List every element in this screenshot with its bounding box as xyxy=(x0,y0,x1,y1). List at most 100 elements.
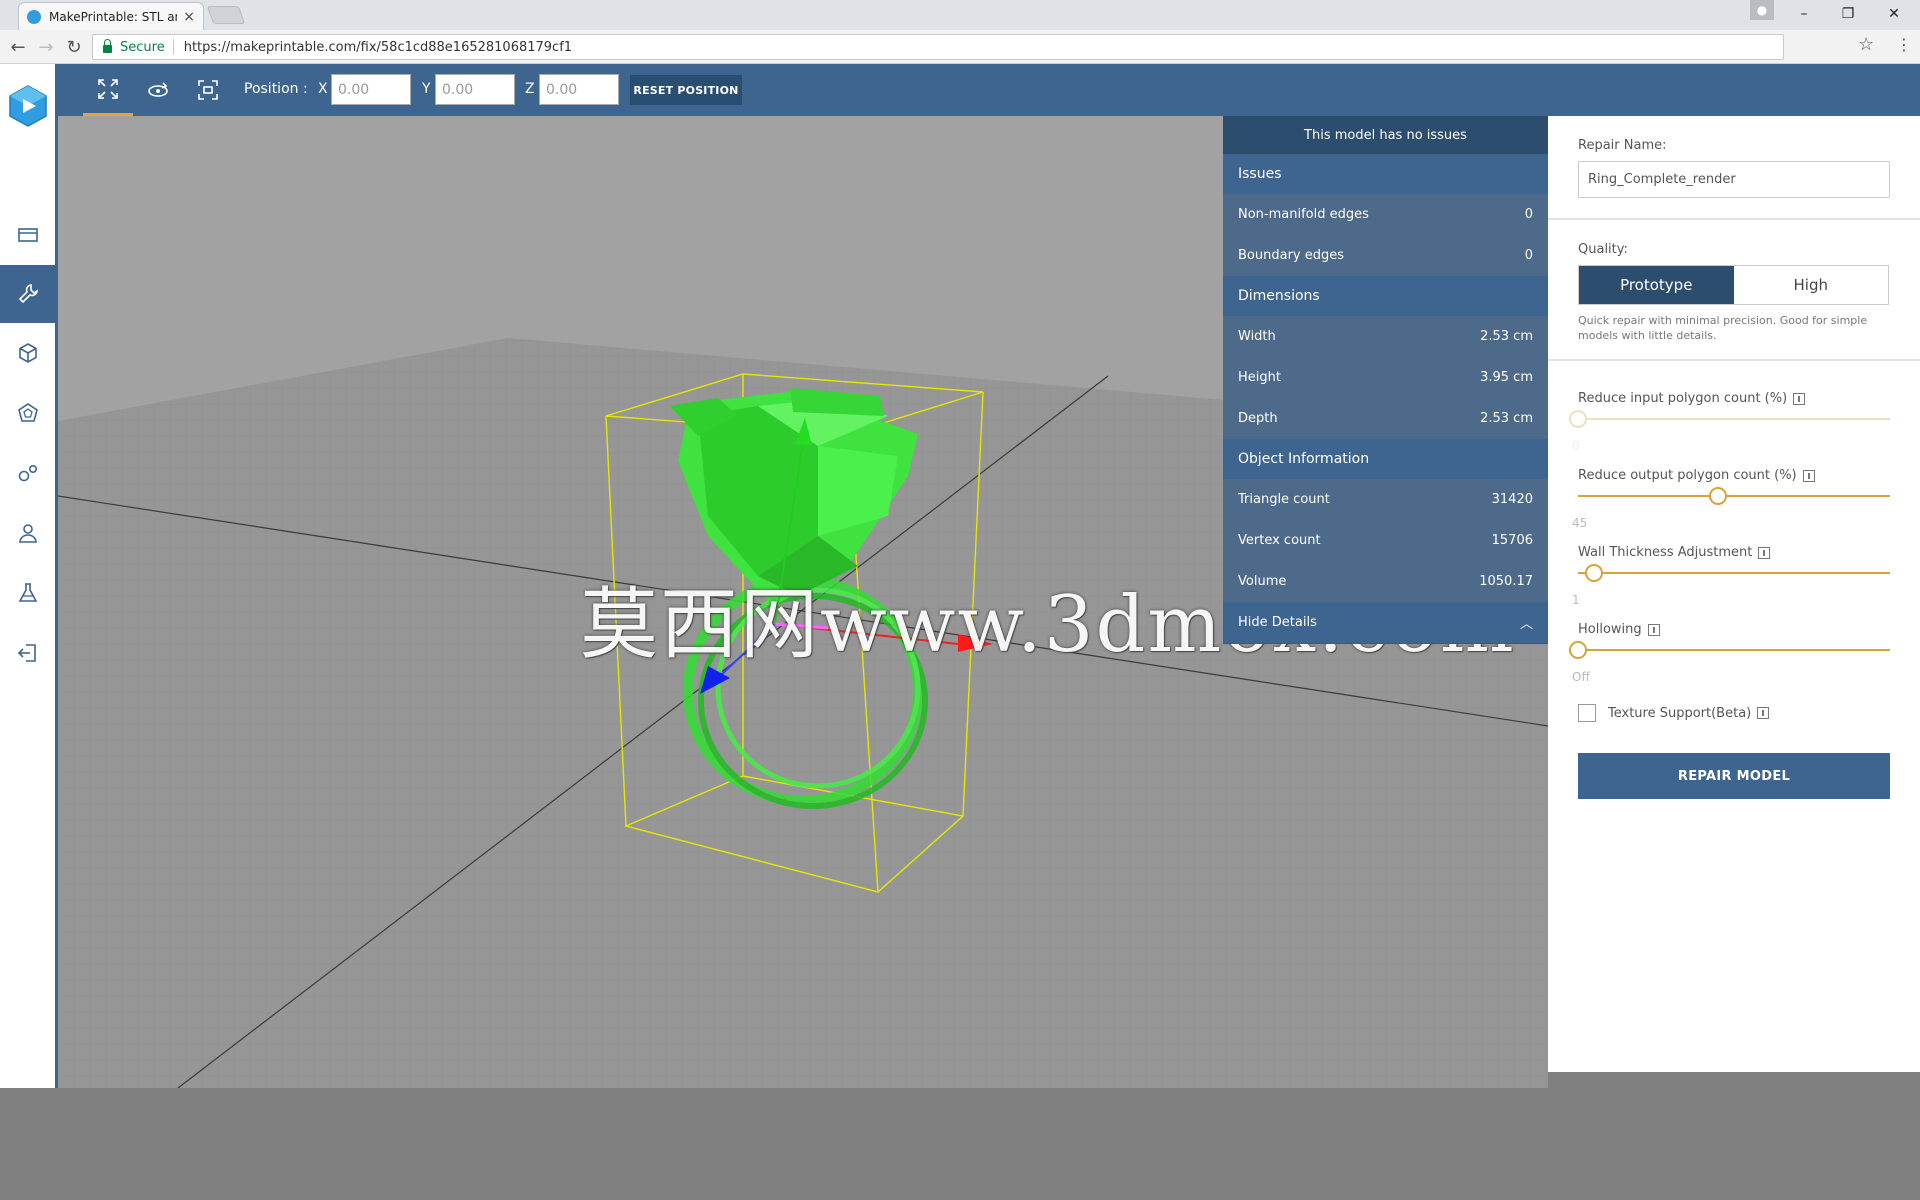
hollowing-value: Off xyxy=(1572,670,1590,684)
reduce-input-label: Reduce input polygon count (%) xyxy=(1578,391,1806,406)
close-window-button[interactable]: ✕ xyxy=(1872,0,1916,28)
back-button[interactable]: ← xyxy=(6,35,30,59)
browser-tab-bar: MakePrintable: STL and 3 × ● – ❐ ✕ xyxy=(0,0,1920,30)
volume-value: 1050.17 xyxy=(1479,574,1533,589)
sidebar-item-logout[interactable] xyxy=(0,624,55,682)
wall-thickness-slider-block: Wall Thickness Adjustment 1 xyxy=(1548,545,1920,622)
chevron-up-icon[interactable]: ︿ xyxy=(1520,613,1533,632)
position-x-input[interactable]: 0.00 xyxy=(331,74,411,105)
position-z-input[interactable]: 0.00 xyxy=(539,74,619,105)
texture-support-checkbox[interactable] xyxy=(1578,704,1596,722)
height-row: Height 3.95 cm xyxy=(1223,357,1548,398)
tab-title: MakePrintable: STL and 3 xyxy=(49,9,177,24)
info-icon[interactable] xyxy=(1793,392,1806,405)
bookmark-star-icon[interactable]: ☆ xyxy=(1858,34,1874,55)
triangle-label: Triangle count xyxy=(1238,492,1330,507)
sidebar-item-settings[interactable] xyxy=(0,444,55,502)
wall-thickness-slider-thumb[interactable] xyxy=(1584,564,1603,582)
info-icon[interactable] xyxy=(1758,546,1771,559)
sidebar-item-mesh[interactable] xyxy=(0,384,55,442)
viewer-toolbar: Position : X 0.00 Y 0.00 Z 0.00 RESET PO… xyxy=(58,64,1920,116)
boundary-row: Boundary edges 0 xyxy=(1223,235,1548,276)
sidebar-item-files[interactable] xyxy=(0,206,55,264)
gears-icon xyxy=(18,465,37,482)
address-separator xyxy=(172,39,174,55)
height-value: 3.95 cm xyxy=(1480,370,1533,385)
hollowing-slider-block: Hollowing Off xyxy=(1548,622,1920,699)
new-tab-button[interactable] xyxy=(206,6,246,24)
info-icon[interactable] xyxy=(1647,623,1660,636)
browser-tab[interactable]: MakePrintable: STL and 3 × xyxy=(18,2,204,30)
info-icon[interactable] xyxy=(1757,707,1770,719)
x-label: X xyxy=(318,81,328,97)
browser-toolbar: ← → ↻ Secure https://makeprintable.com/f… xyxy=(0,30,1920,64)
quality-high-button[interactable]: High xyxy=(1734,266,1889,304)
object-info-heading: Object Information xyxy=(1223,439,1548,479)
texture-support-row[interactable]: Texture Support(Beta) xyxy=(1578,704,1770,722)
reduce-input-slider-block: Reduce input polygon count (%) 0 xyxy=(1548,391,1920,468)
minimize-button[interactable]: – xyxy=(1782,0,1826,28)
reduce-output-slider-thumb[interactable] xyxy=(1709,487,1728,505)
hollowing-slider[interactable] xyxy=(1578,649,1890,651)
tab-close-icon[interactable]: × xyxy=(183,9,195,25)
expand-icon xyxy=(98,78,118,99)
reload-button[interactable]: ↻ xyxy=(62,35,86,59)
height-label: Height xyxy=(1238,370,1281,385)
makeprintable-logo-icon[interactable] xyxy=(6,84,50,128)
reduce-input-label-text: Reduce input polygon count (%) xyxy=(1578,391,1788,406)
hide-details-label[interactable]: Hide Details xyxy=(1238,615,1317,630)
reduce-output-slider[interactable] xyxy=(1578,495,1890,497)
quality-prototype-button[interactable]: Prototype xyxy=(1579,266,1734,304)
boundary-label: Boundary edges xyxy=(1238,248,1345,263)
rotate-view-button[interactable] xyxy=(133,64,183,116)
volume-row: Volume 1050.17 xyxy=(1223,561,1548,602)
browser-menu-icon[interactable]: ⋮ xyxy=(1896,35,1912,54)
non-manifold-label: Non-manifold edges xyxy=(1238,207,1369,222)
fit-view-button[interactable] xyxy=(183,64,233,116)
width-label: Width xyxy=(1238,329,1276,344)
wrench-icon xyxy=(18,284,38,304)
sidebar-item-repair[interactable] xyxy=(0,265,55,323)
fullscreen-button[interactable] xyxy=(83,64,133,116)
forward-button[interactable]: → xyxy=(34,35,58,59)
repair-name-label: Repair Name: xyxy=(1578,138,1667,153)
sidebar-item-labs[interactable] xyxy=(0,564,55,622)
reset-position-button[interactable]: RESET POSITION xyxy=(630,75,742,105)
position-y-input[interactable]: 0.00 xyxy=(435,74,515,105)
profile-button[interactable]: ● xyxy=(1750,0,1774,20)
status-banner: This model has no issues xyxy=(1223,116,1548,154)
url-text[interactable]: https://makeprintable.com/fix/58c1cd88e1… xyxy=(184,40,572,55)
hollowing-label-text: Hollowing xyxy=(1578,622,1642,637)
restore-button[interactable]: ❐ xyxy=(1826,0,1870,28)
sidebar-item-model[interactable] xyxy=(0,324,55,382)
repair-model-button[interactable]: REPAIR MODEL xyxy=(1578,753,1890,799)
app-sidebar xyxy=(0,64,58,1088)
boundary-value: 0 xyxy=(1524,248,1533,263)
hide-details-toggle[interactable]: Hide Details ︿ xyxy=(1223,602,1548,643)
z-label: Z xyxy=(525,81,535,97)
position-label: Position : xyxy=(244,81,308,97)
non-manifold-row: Non-manifold edges 0 xyxy=(1223,194,1548,235)
quality-toggle: Prototype High xyxy=(1578,265,1889,305)
repair-settings-panel: Repair Name: Ring_Complete_render Qualit… xyxy=(1548,116,1920,1072)
reduce-output-label: Reduce output polygon count (%) xyxy=(1578,468,1815,483)
depth-row: Depth 2.53 cm xyxy=(1223,398,1548,439)
flask-icon xyxy=(18,583,37,602)
hollowing-label: Hollowing xyxy=(1578,622,1660,637)
hollowing-slider-thumb[interactable] xyxy=(1569,641,1587,659)
wall-thickness-label: Wall Thickness Adjustment xyxy=(1578,545,1771,560)
sidebar-item-account[interactable] xyxy=(0,504,55,562)
repair-name-input[interactable]: Ring_Complete_render xyxy=(1578,161,1890,198)
address-bar[interactable]: Secure https://makeprintable.com/fix/58c… xyxy=(92,34,1784,60)
info-icon[interactable] xyxy=(1802,469,1815,482)
user-icon xyxy=(18,524,37,543)
y-label: Y xyxy=(422,81,431,97)
reduce-input-slider[interactable] xyxy=(1578,418,1890,420)
wall-thickness-slider[interactable] xyxy=(1578,572,1890,574)
vertex-row: Vertex count 15706 xyxy=(1223,520,1548,561)
reduce-input-value: 0 xyxy=(1572,439,1580,453)
width-value: 2.53 cm xyxy=(1480,329,1533,344)
reduce-input-slider-thumb[interactable] xyxy=(1569,410,1587,428)
user-icon: ● xyxy=(1756,3,1768,17)
cube-icon xyxy=(18,343,37,363)
